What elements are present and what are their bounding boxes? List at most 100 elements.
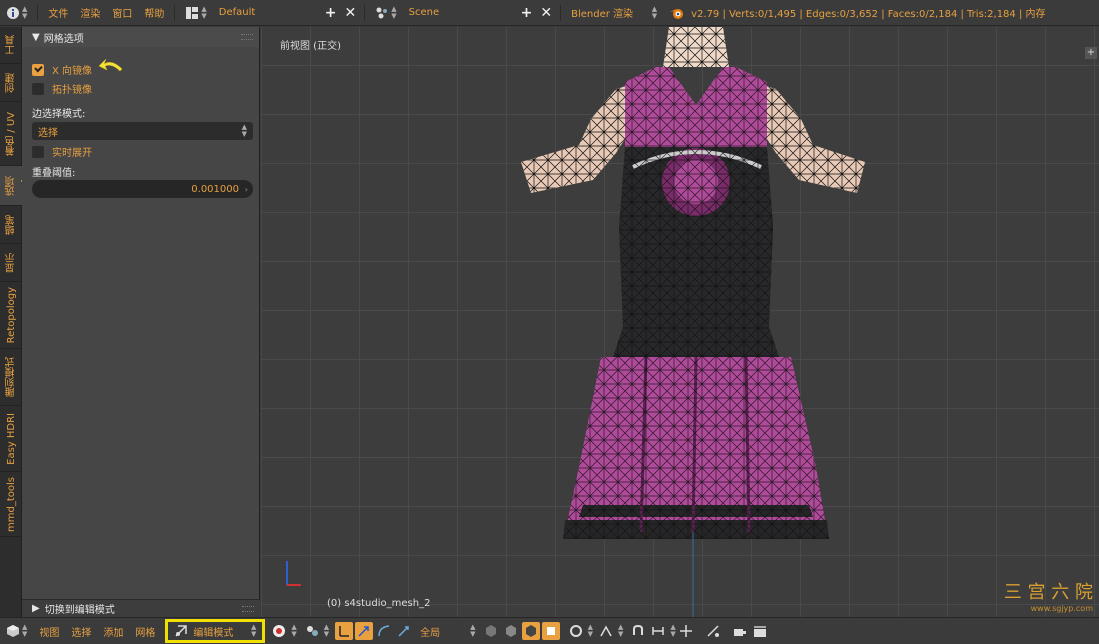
updown-arrows-icon: ▲ ▼	[470, 623, 476, 638]
edge-select-icon[interactable]	[502, 622, 520, 640]
checkbox-checked-icon	[32, 63, 44, 76]
opengl-render-icon[interactable]	[704, 622, 722, 640]
increment-arrow-icon[interactable]: ›	[245, 185, 248, 194]
updown-arrows-icon: ▲ ▼	[22, 623, 28, 638]
render-engine-select[interactable]: Blender 渲染 ▲ ▼	[565, 3, 664, 22]
snap-target-icon[interactable]	[677, 622, 695, 640]
manipulator-toggle-icon[interactable]	[335, 622, 354, 640]
updown-arrows-icon: ▲ ▼	[670, 623, 676, 638]
updown-arrows-icon: ▲ ▼	[291, 623, 297, 638]
add-scene-icon[interactable]: +	[517, 5, 537, 21]
scene-statistics: v2.79 | Verts:0/1,495 | Edges:0/3,652 | …	[691, 9, 1046, 20]
tool-shelf-panel: ▼ 网格选项 X 向镜像 拓扑镜像 边选择模式: 选择 ▲ ▼ 实时展开 重叠阈值…	[22, 27, 260, 617]
object-name-label: (0) s4studio_mesh_2	[327, 598, 431, 609]
updown-arrows-icon: ▲ ▼	[251, 623, 257, 638]
menu-select[interactable]: 选择	[65, 621, 97, 641]
layout-grid-icon	[186, 6, 199, 19]
updown-arrows-icon: ▲ ▼	[587, 623, 593, 638]
x-mirror-checkbox[interactable]: X 向镜像	[32, 62, 92, 77]
menu-render[interactable]: 渲染	[74, 3, 106, 23]
info-editor-type-button[interactable]: ▲ ▼	[0, 3, 33, 23]
limit-selection-icon[interactable]	[541, 622, 560, 640]
blender-logo-icon	[663, 3, 691, 23]
screen-layout-selector[interactable]: ▲ ▼	[179, 3, 212, 23]
menu-file[interactable]: 文件	[42, 3, 74, 23]
3d-viewport[interactable]: 前视图 (正交) (0) s4studio_mesh_2 + 三 宫 六 院 w…	[261, 27, 1099, 617]
interaction-mode-value: 编辑模式	[193, 627, 234, 639]
last-operator-panel[interactable]: ▶ 切换到编辑模式	[22, 599, 260, 617]
add-screen-icon[interactable]: +	[321, 5, 341, 21]
cube-editor-icon	[7, 625, 19, 637]
panel-title: 网格选项	[43, 33, 84, 45]
collapse-triangle-icon: ▼	[32, 31, 40, 43]
tab-tools[interactable]: 工具	[0, 27, 22, 64]
snap-toggle-icon[interactable]	[629, 622, 647, 640]
tab-retopology[interactable]: Retopology	[0, 282, 22, 349]
translate-manipulator-icon[interactable]	[355, 622, 374, 640]
3d-view-header: ▲ ▼ 视图 选择 添加 网格 编辑模式 ▲ ▼ ▲ ▼ ▲ ▼ 全局 ▲ ▼ ▲ ▼ ▲ ▼…	[0, 617, 1099, 644]
viewport-corner-plus-icon[interactable]: +	[1085, 47, 1097, 59]
editor-type-button[interactable]: ▲ ▼	[0, 621, 33, 641]
updown-arrows-icon: ▲ ▼	[391, 4, 397, 20]
proportional-edit-icon[interactable]	[567, 622, 585, 640]
menu-add[interactable]: 添加	[97, 621, 129, 641]
drag-grip-icon[interactable]	[242, 605, 254, 612]
menu-mesh[interactable]: 网格	[129, 621, 161, 641]
remove-scene-icon[interactable]: ✕	[536, 5, 556, 21]
tab-display[interactable]: 显示	[0, 244, 22, 282]
scene-name[interactable]: Scene	[402, 3, 517, 22]
screen-layout-name[interactable]: Default	[212, 3, 321, 22]
vertex-select-icon[interactable]	[482, 622, 500, 640]
updown-arrows-icon: ▲ ▼	[651, 4, 658, 20]
expand-triangle-icon: ▶	[32, 603, 40, 614]
menu-view[interactable]: 视图	[33, 621, 65, 641]
falloff-icon[interactable]	[597, 622, 615, 640]
live-unwrap-checkbox[interactable]: 实时展开	[32, 144, 92, 159]
menu-window[interactable]: 窗口	[106, 3, 138, 23]
tab-easy-hdri[interactable]: Easy HDRI	[0, 406, 22, 472]
remove-screen-icon[interactable]: ✕	[341, 5, 361, 21]
tab-shading-uv[interactable]: 着色 / UV	[0, 102, 22, 166]
checkbox-unchecked-icon	[32, 145, 44, 158]
drag-grip-icon[interactable]	[241, 34, 253, 40]
mesh-options-header[interactable]: ▼ 网格选项	[22, 27, 259, 47]
viewport-shading-icon[interactable]	[270, 622, 288, 640]
tab-create[interactable]: 创建	[0, 64, 22, 102]
scene-selector[interactable]: ▲ ▼	[369, 3, 402, 23]
rotate-manipulator-icon[interactable]	[375, 622, 393, 640]
double-threshold-field[interactable]: 0.001000 ›	[32, 180, 253, 198]
scale-manipulator-icon[interactable]	[395, 622, 413, 640]
checkbox-unchecked-icon	[32, 82, 44, 95]
edge-select-mode-value: 选择	[38, 127, 58, 139]
updown-arrows-icon: ▲ ▼	[617, 623, 624, 638]
double-threshold-value: 0.001000	[191, 183, 239, 195]
tab-sculpt-mode[interactable]: 雕刻模式	[0, 349, 22, 406]
camera-render-icon[interactable]	[731, 622, 749, 640]
tab-mmd-tools[interactable]: mmd_tools	[0, 472, 22, 537]
tab-options[interactable]: 选项	[0, 166, 22, 206]
tool-shelf-tabs: 工具 创建 着色 / UV 选项 蜡笔 显示 Retopology 雕刻模式 E…	[0, 27, 22, 617]
updown-arrows-icon: ▲ ▼	[241, 123, 247, 138]
edge-select-mode-dropdown[interactable]: 选择 ▲ ▼	[32, 122, 253, 140]
snap-element-icon[interactable]	[649, 622, 667, 640]
double-threshold-label: 重叠阈值:	[32, 168, 76, 179]
edit-mode-icon	[175, 625, 188, 637]
pivot-point-icon[interactable]	[303, 622, 321, 640]
face-select-icon[interactable]	[521, 622, 540, 640]
info-icon	[7, 6, 19, 19]
updown-arrows-icon: ▲ ▼	[22, 4, 28, 20]
scene-icon	[376, 7, 388, 18]
interaction-mode-select[interactable]: 编辑模式 ▲ ▼	[165, 619, 266, 643]
top-header-bar: ▲ ▼ 文件 渲染 窗口 帮助 ▲ ▼ Default + ✕ ▲ ▼ Scene +…	[0, 0, 1099, 26]
last-operator-label: 切换到编辑模式	[44, 605, 115, 616]
updown-arrows-icon: ▲ ▼	[323, 623, 330, 638]
dress-mesh-model[interactable]	[261, 27, 1099, 617]
edge-select-mode-label: 边选择模式:	[32, 109, 86, 120]
topology-mirror-checkbox[interactable]: 拓扑镜像	[32, 81, 92, 96]
clapper-render-icon[interactable]	[751, 622, 769, 640]
tab-grease-pencil[interactable]: 蜡笔	[0, 206, 22, 244]
render-engine-value: Blender 渲染	[571, 9, 634, 20]
callout-arrow-icon	[98, 58, 123, 72]
transform-orientation-value[interactable]: 全局	[414, 621, 468, 641]
menu-help[interactable]: 帮助	[138, 3, 170, 23]
